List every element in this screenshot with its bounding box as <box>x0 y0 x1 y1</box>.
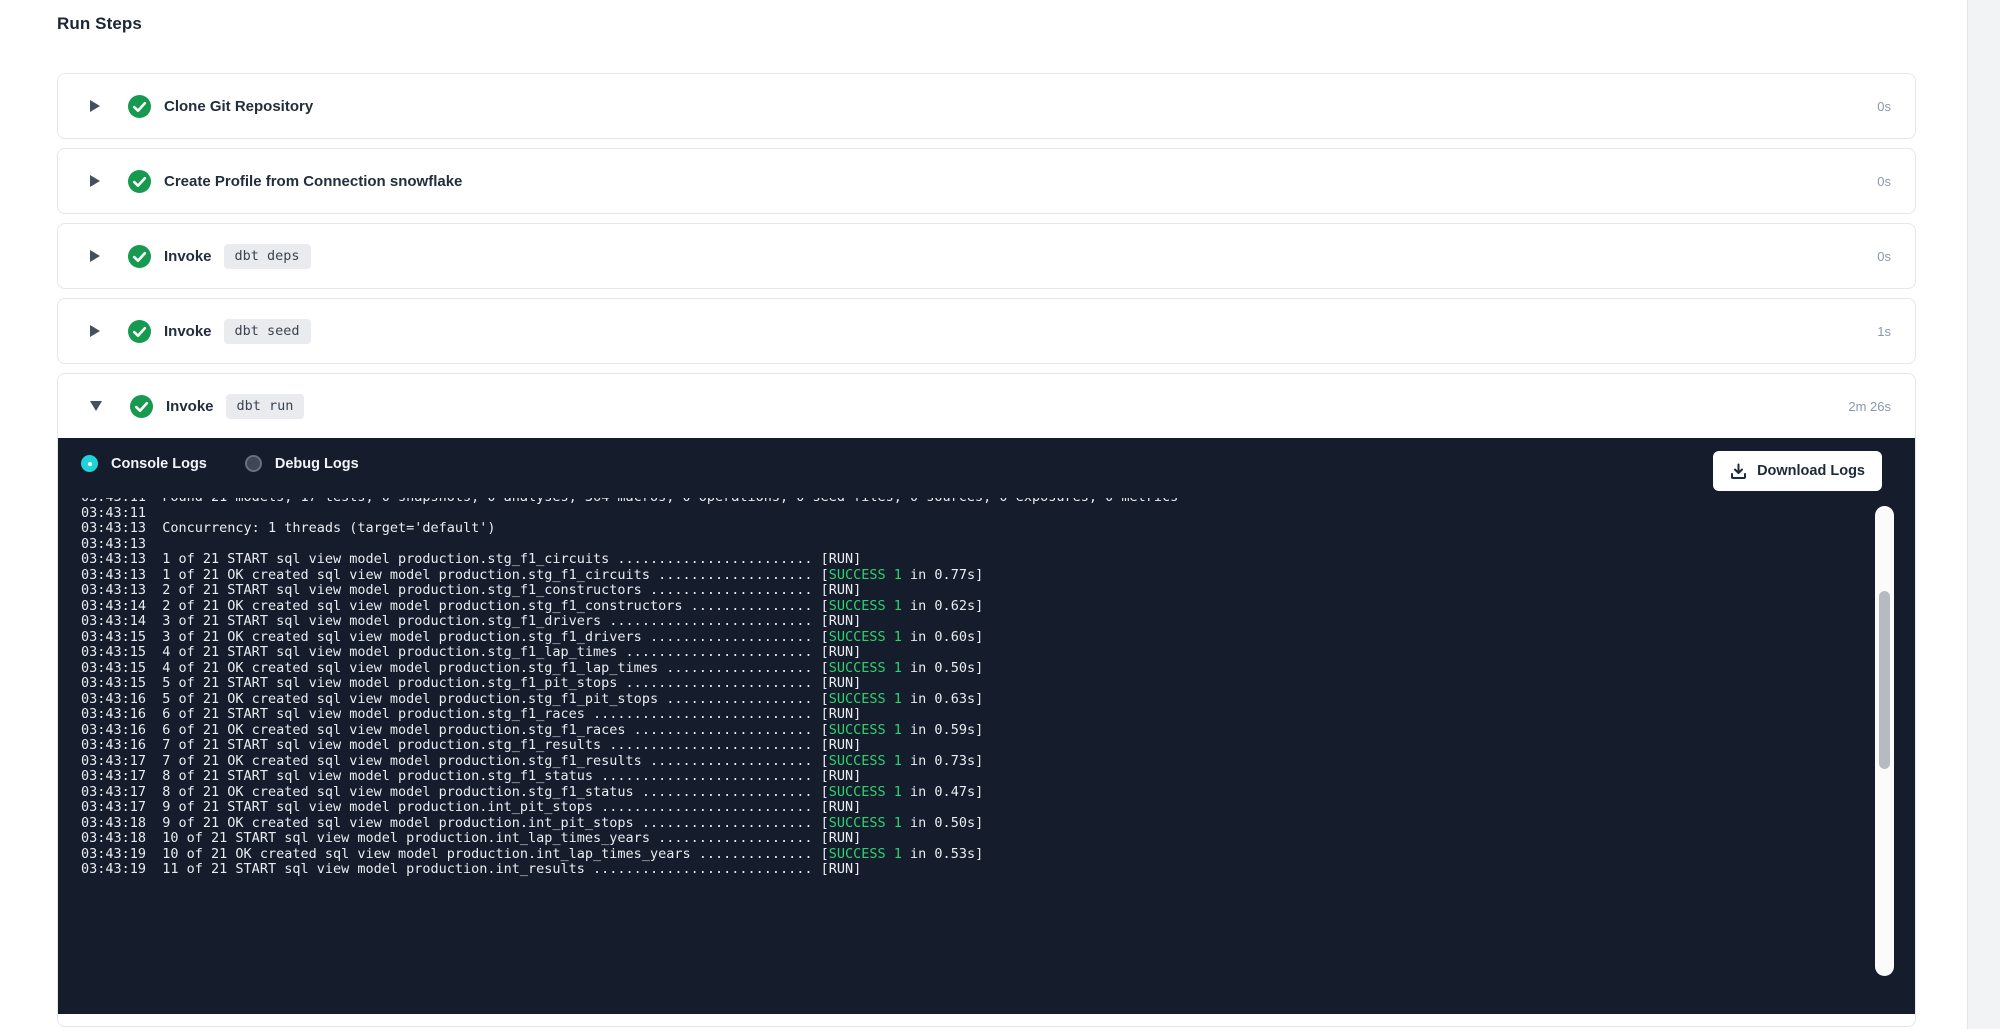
right-rail <box>1967 0 2000 1029</box>
radio-icon[interactable] <box>245 455 262 472</box>
step-card: Invoke dbt deps 0s <box>57 223 1916 289</box>
log-line: 03:43:17 8 of 21 START sql view model pr… <box>81 769 1869 785</box>
step-header[interactable]: Invoke dbt seed 1s <box>58 299 1915 363</box>
log-line: 03:43:13 <box>81 537 1869 553</box>
scrollbar-track[interactable] <box>1875 506 1894 976</box>
step-title: Invoke <box>164 323 212 340</box>
console-logs-radio[interactable]: Console Logs <box>81 455 207 472</box>
caret-down-icon[interactable] <box>90 401 102 411</box>
log-line: 03:43:15 4 of 21 OK created sql view mod… <box>81 661 1869 677</box>
scrollbar-thumb[interactable] <box>1879 591 1890 769</box>
log-line: 03:43:18 9 of 21 OK created sql view mod… <box>81 816 1869 832</box>
step-card: Invoke dbt seed 1s <box>57 298 1916 364</box>
log-line: 03:43:16 5 of 21 OK created sql view mod… <box>81 692 1869 708</box>
log-line: 03:43:11 Found 21 models, 17 tests, 0 sn… <box>81 498 1869 506</box>
command-badge: dbt run <box>226 394 305 419</box>
log-line: 03:43:16 7 of 21 START sql view model pr… <box>81 738 1869 754</box>
step-duration: 2m 26s <box>1848 399 1891 414</box>
log-line: 03:43:19 11 of 21 START sql view model p… <box>81 862 1869 878</box>
log-line: 03:43:15 3 of 21 OK created sql view mod… <box>81 630 1869 646</box>
log-line: 03:43:11 <box>81 506 1869 522</box>
log-line: 03:43:17 7 of 21 OK created sql view mod… <box>81 754 1869 770</box>
step-header[interactable]: Create Profile from Connection snowflake… <box>58 149 1915 213</box>
command-badge: dbt seed <box>224 319 311 344</box>
log-line: 03:43:17 8 of 21 OK created sql view mod… <box>81 785 1869 801</box>
step-duration: 1s <box>1877 324 1891 339</box>
command-badge: dbt deps <box>224 244 311 269</box>
download-logs-button[interactable]: Download Logs <box>1713 451 1882 491</box>
log-line: 03:43:14 2 of 21 OK created sql view mod… <box>81 599 1869 615</box>
log-line: 03:43:15 4 of 21 START sql view model pr… <box>81 645 1869 661</box>
caret-right-icon[interactable] <box>90 175 100 187</box>
console-log-output: 03:43:11 Found 21 models, 17 tests, 0 sn… <box>81 498 1869 1000</box>
step-title: Create Profile from Connection snowflake <box>164 173 462 190</box>
step-title: Invoke <box>164 248 212 265</box>
log-line: 03:43:13 2 of 21 START sql view model pr… <box>81 583 1869 599</box>
caret-right-icon[interactable] <box>90 250 100 262</box>
log-line: 03:43:16 6 of 21 OK created sql view mod… <box>81 723 1869 739</box>
log-line: 03:43:17 9 of 21 START sql view model pr… <box>81 800 1869 816</box>
step-duration: 0s <box>1877 174 1891 189</box>
log-line: 03:43:13 1 of 21 START sql view model pr… <box>81 552 1869 568</box>
radio-label: Debug Logs <box>275 456 359 472</box>
debug-logs-radio[interactable]: Debug Logs <box>245 455 359 472</box>
check-circle-icon <box>130 395 153 418</box>
check-circle-icon <box>128 320 151 343</box>
check-circle-icon <box>128 245 151 268</box>
caret-right-icon[interactable] <box>90 100 100 112</box>
caret-right-icon[interactable] <box>90 325 100 337</box>
radio-icon[interactable] <box>81 455 98 472</box>
step-title: Clone Git Repository <box>164 98 313 115</box>
log-line: 03:43:14 3 of 21 START sql view model pr… <box>81 614 1869 630</box>
log-lines: 03:43:11 Found 21 models, 17 tests, 0 sn… <box>81 498 1869 878</box>
step-header[interactable]: Invoke dbt deps 0s <box>58 224 1915 288</box>
step-header[interactable]: Clone Git Repository 0s <box>58 74 1915 138</box>
log-line: 03:43:13 Concurrency: 1 threads (target=… <box>81 521 1869 537</box>
step-duration: 0s <box>1877 249 1891 264</box>
download-icon <box>1730 463 1747 480</box>
step-title: Invoke <box>166 398 214 415</box>
run-steps-list: Clone Git Repository 0s Create Profile f… <box>57 73 1916 1027</box>
radio-label: Console Logs <box>111 456 207 472</box>
run-steps-page: Run Steps Clone Git Repository 0s Create… <box>57 14 1916 1036</box>
step-duration: 0s <box>1877 99 1891 114</box>
step-header[interactable]: Invoke dbt run 2m 26s <box>58 374 1915 438</box>
step-card: Clone Git Repository 0s <box>57 73 1916 139</box>
step-card: Invoke dbt run 2m 26s Console Logs Debug… <box>57 373 1916 1027</box>
log-line: 03:43:18 10 of 21 START sql view model p… <box>81 831 1869 847</box>
log-line: 03:43:19 10 of 21 OK created sql view mo… <box>81 847 1869 863</box>
check-circle-icon <box>128 170 151 193</box>
download-label: Download Logs <box>1757 463 1865 479</box>
step-card: Create Profile from Connection snowflake… <box>57 148 1916 214</box>
check-circle-icon <box>128 95 151 118</box>
page-title: Run Steps <box>57 14 1916 34</box>
log-line: 03:43:16 6 of 21 START sql view model pr… <box>81 707 1869 723</box>
log-tabs: Console Logs Debug Logs <box>58 438 1915 472</box>
log-panel: Console Logs Debug Logs Download Logs 03… <box>58 438 1915 1014</box>
log-line: 03:43:15 5 of 21 START sql view model pr… <box>81 676 1869 692</box>
log-line: 03:43:13 1 of 21 OK created sql view mod… <box>81 568 1869 584</box>
